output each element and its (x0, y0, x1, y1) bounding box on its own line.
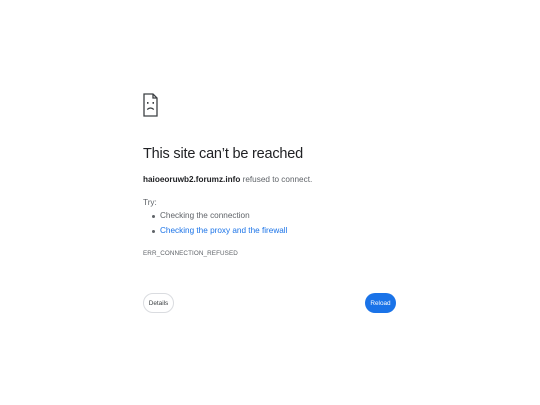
error-description: haioeoruwb2.forumz.info refused to conne… (143, 175, 312, 184)
suggestion-check-connection: Checking the connection (160, 211, 250, 220)
proxy-firewall-link[interactable]: Checking the proxy and the firewall (160, 226, 287, 235)
error-message: refused to connect. (240, 175, 313, 184)
sad-document-icon (143, 93, 158, 117)
try-label: Try: (143, 198, 157, 207)
bullet-icon (152, 229, 155, 233)
host-name: haioeoruwb2.forumz.info (143, 175, 241, 184)
page-title: This site can’t be reached (143, 146, 304, 162)
reload-button[interactable]: Reload (365, 293, 396, 313)
error-page: This site can’t be reached haioeoruwb2.f… (0, 0, 540, 405)
suggestion-item: Checking the connection (143, 211, 287, 226)
suggestion-list: Checking the connection Checking the pro… (143, 211, 287, 241)
details-button-label: Details (148, 299, 169, 307)
details-button[interactable]: Details (143, 293, 174, 313)
bullet-icon (152, 214, 155, 218)
suggestion-item: Checking the proxy and the firewall (143, 226, 287, 241)
error-code: ERR_CONNECTION_REFUSED (143, 250, 238, 257)
